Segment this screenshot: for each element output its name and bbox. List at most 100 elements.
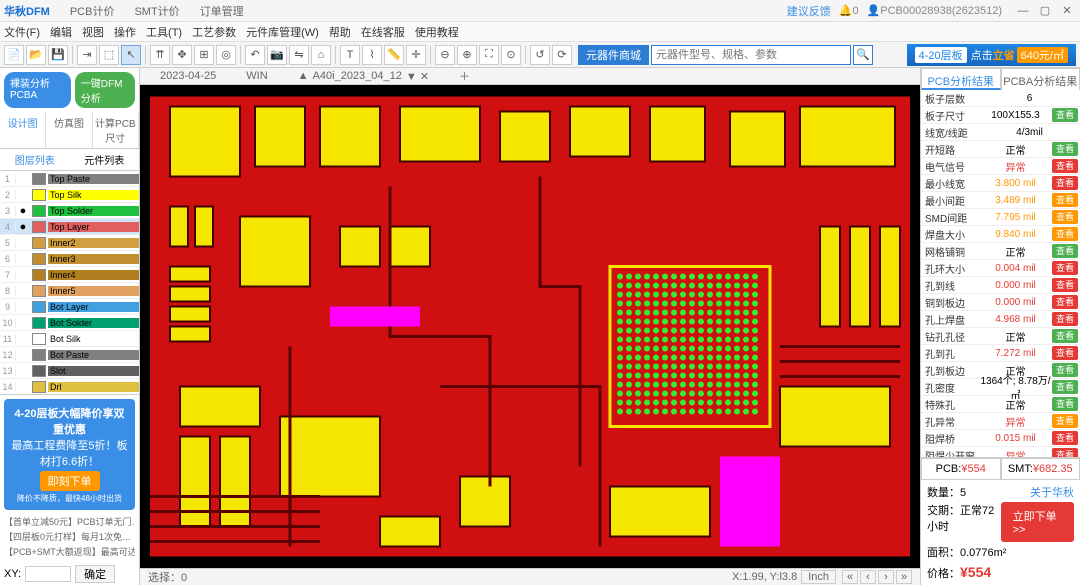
home-icon[interactable]: ⌂ <box>311 45 331 65</box>
next-button[interactable]: » <box>896 570 912 584</box>
save-icon[interactable]: 💾 <box>48 45 68 65</box>
menu-process[interactable]: 工艺参数 <box>192 24 236 40</box>
layer-row[interactable]: 11Bot Silk <box>0 331 139 347</box>
open-icon[interactable]: 📂 <box>26 45 46 65</box>
tab-sim[interactable]: 仿真图 <box>46 112 92 148</box>
view-button[interactable]: 查看 <box>1052 176 1078 190</box>
price-tab-smt[interactable]: SMT:¥682.35 <box>1001 458 1080 480</box>
center-icon[interactable]: ◎ <box>216 45 236 65</box>
layer-row[interactable]: 12Bot Paste <box>0 347 139 363</box>
view-button[interactable]: 查看 <box>1052 142 1078 156</box>
tab-components[interactable]: 元件列表 <box>70 149 140 170</box>
ad-order-button[interactable]: 即刻下单 <box>40 471 100 491</box>
price-tab-pcb[interactable]: PCB:¥554 <box>921 458 1001 480</box>
layer-row[interactable]: 5Inner2 <box>0 235 139 251</box>
zoom-in-icon[interactable]: ⊕ <box>457 45 477 65</box>
view-button[interactable]: 查看 <box>1052 312 1078 326</box>
top-link-pcb[interactable]: PCB计价 <box>70 3 115 19</box>
layer-row[interactable]: 10Bot Solder <box>0 315 139 331</box>
view-button[interactable]: 查看 <box>1052 193 1078 207</box>
order-now-button[interactable]: 立即下单 >> <box>1001 502 1074 542</box>
cross-icon[interactable]: ✛ <box>406 45 426 65</box>
menu-file[interactable]: 文件(F) <box>4 24 40 40</box>
add-icon[interactable]: ＋ <box>459 68 470 84</box>
mall-search-input[interactable] <box>651 45 851 65</box>
align-icon[interactable]: ⊞ <box>194 45 214 65</box>
tab-pcba-results[interactable]: PCBA分析结果 <box>1001 68 1080 90</box>
layer-row[interactable]: 4●Top Layer <box>0 219 139 235</box>
user-icon[interactable]: 👤 <box>867 4 881 17</box>
view-button[interactable]: 查看 <box>1052 244 1078 258</box>
layer-row[interactable]: 14Drl <box>0 379 139 394</box>
layer-row[interactable]: 3●Top Solder <box>0 203 139 219</box>
rotate-ccw-icon[interactable]: ↶ <box>245 45 265 65</box>
view-button[interactable]: 查看 <box>1052 210 1078 224</box>
minimize-button[interactable]: — <box>1014 5 1032 17</box>
layer-row[interactable]: 1Top Paste <box>0 171 139 187</box>
view-button[interactable]: 查看 <box>1052 431 1078 445</box>
view-button[interactable]: 查看 <box>1052 363 1078 377</box>
menu-support[interactable]: 在线客服 <box>361 24 405 40</box>
view-button[interactable]: 查看 <box>1052 261 1078 275</box>
select-icon[interactable]: ⬚ <box>99 45 119 65</box>
view-button[interactable]: 查看 <box>1052 380 1078 394</box>
layer-row[interactable]: 13Slot <box>0 363 139 379</box>
view-button[interactable]: 查看 <box>1052 414 1078 428</box>
about-link[interactable]: 关于华秋 <box>1030 484 1074 500</box>
top-link-orders[interactable]: 订单管理 <box>200 3 244 19</box>
menu-view[interactable]: 视图 <box>82 24 104 40</box>
pcba-analyze-button[interactable]: 裸装分析 PCBA <box>4 72 71 108</box>
layer-row[interactable]: 8Inner5 <box>0 283 139 299</box>
route-icon[interactable]: ⌇ <box>362 45 382 65</box>
view-button[interactable]: 查看 <box>1052 397 1078 411</box>
tab-size[interactable]: 计算PCB尺寸 <box>93 112 139 148</box>
ad-link-1[interactable]: 【首单立减50元】PCB订单无门… <box>4 514 135 529</box>
view-button[interactable]: 查看 <box>1052 295 1078 309</box>
maximize-button[interactable]: ▢ <box>1036 4 1054 17</box>
prev-button[interactable]: « <box>842 570 858 584</box>
menu-tools[interactable]: 工具(T) <box>146 24 182 40</box>
refresh-icon[interactable]: ⟳ <box>552 45 572 65</box>
view-button[interactable]: 查看 <box>1052 346 1078 360</box>
fwd-button[interactable]: › <box>878 570 894 584</box>
top-link-smt[interactable]: SMT计价 <box>134 3 179 19</box>
search-icon[interactable]: 🔍 <box>853 45 873 65</box>
xy-input[interactable] <box>25 566 71 582</box>
fit-icon[interactable]: ⛶ <box>479 45 499 65</box>
zoom-out-icon[interactable]: ⊖ <box>435 45 455 65</box>
view-button[interactable]: 查看 <box>1052 329 1078 343</box>
move-icon[interactable]: ✥ <box>172 45 192 65</box>
merge-icon[interactable]: ⇈ <box>150 45 170 65</box>
tab-design[interactable]: 设计图 <box>0 112 46 148</box>
feedback-link[interactable]: 建议反馈 <box>787 3 831 19</box>
menu-lib[interactable]: 元件库管理(W) <box>246 24 319 40</box>
tab-layers[interactable]: 图层列表 <box>0 149 70 170</box>
menu-edit[interactable]: 编辑 <box>50 24 72 40</box>
tab-pcb-results[interactable]: PCB分析结果 <box>921 68 1001 90</box>
view-button[interactable]: 查看 <box>1052 159 1078 173</box>
dfm-analyze-button[interactable]: 一键DFM分析 <box>75 72 135 108</box>
view-button[interactable]: 查看 <box>1052 448 1078 457</box>
xy-confirm-button[interactable]: 确定 <box>75 565 115 583</box>
menu-tutorial[interactable]: 使用教程 <box>415 24 459 40</box>
layer-row[interactable]: 2Top Silk <box>0 187 139 203</box>
menu-ops[interactable]: 操作 <box>114 24 136 40</box>
view-button[interactable]: 查看 <box>1052 278 1078 292</box>
unit-select[interactable]: Inch <box>801 570 836 584</box>
menu-help[interactable]: 帮助 <box>329 24 351 40</box>
pcb-canvas[interactable] <box>140 85 920 568</box>
import-icon[interactable]: ⇥ <box>77 45 97 65</box>
layer-row[interactable]: 6Inner3 <box>0 251 139 267</box>
view-button[interactable]: 查看 <box>1052 227 1078 241</box>
back-button[interactable]: ‹ <box>860 570 876 584</box>
bell-icon[interactable]: 🔔 <box>839 4 853 17</box>
ad-banner[interactable]: 4-20层板大幅降价享双重优惠 最高工程费降至5折！板材打6.6折！ 即刻下单 … <box>4 399 135 510</box>
ad-link-2[interactable]: 【四层板0元打样】每月1次免… <box>4 529 135 544</box>
view-button[interactable]: 查看 <box>1052 108 1078 122</box>
close-button[interactable]: ✕ <box>1058 4 1076 17</box>
camera-icon[interactable]: 📷 <box>267 45 287 65</box>
text-icon[interactable]: T <box>340 45 360 65</box>
layer-row[interactable]: 7Inner4 <box>0 267 139 283</box>
new-icon[interactable]: 📄 <box>4 45 24 65</box>
ruler-icon[interactable]: 📏 <box>384 45 404 65</box>
